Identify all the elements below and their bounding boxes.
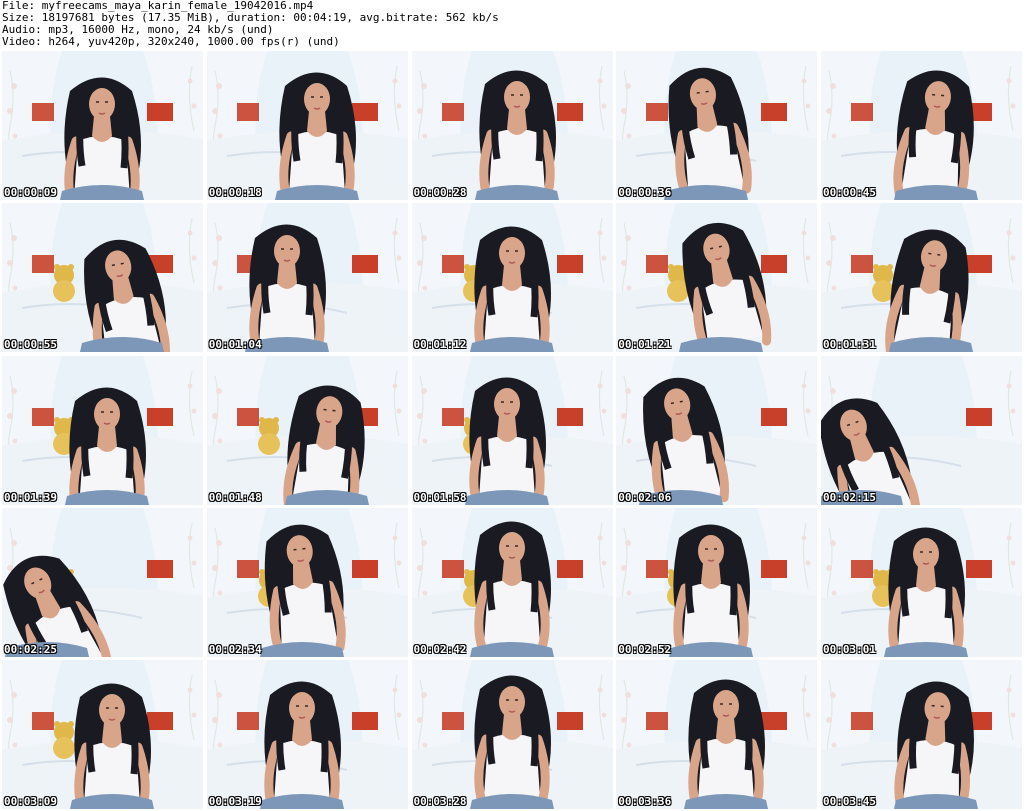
webcam-frame-image [206, 355, 408, 505]
thumbnail-timestamp: 00:01:21 [618, 338, 672, 352]
video-thumbnail: 00:02:42 [411, 507, 613, 657]
webcam-frame-image [206, 507, 408, 657]
webcam-frame-image [206, 660, 408, 809]
thumbnail-timestamp: 00:00:18 [208, 186, 262, 199]
thumbnail-timestamp: 00:00:09 [4, 186, 57, 199]
thumbnail-timestamp: 00:02:25 [4, 642, 57, 656]
video-thumbnail: 00:00:18 [206, 51, 408, 200]
webcam-frame-image [2, 51, 203, 200]
video-thumbnail: 00:03:36 [616, 660, 818, 809]
video-thumbnail: 00:01:39 [2, 355, 203, 505]
webcam-frame-image [821, 203, 1022, 353]
webcam-frame-image [206, 203, 408, 353]
video-thumbnail: 00:03:09 [2, 660, 203, 809]
webcam-frame-image [206, 51, 408, 200]
webcam-frame-image [411, 660, 613, 809]
video-thumbnail: 00:01:04 [206, 203, 408, 353]
thumbnail-timestamp: 00:00:45 [823, 186, 876, 199]
video-thumbnail: 00:00:28 [411, 51, 613, 200]
thumbnail-timestamp: 00:02:34 [208, 642, 262, 656]
video-thumbnail: 00:03:28 [411, 660, 613, 809]
video-thumbnail: 00:00:45 [821, 51, 1022, 200]
thumbnail-timestamp: 00:01:58 [413, 490, 467, 504]
thumbnail-timestamp: 00:01:04 [208, 338, 262, 352]
video-thumbnail: 00:01:58 [411, 355, 613, 505]
webcam-frame-image [616, 507, 818, 657]
thumbnail-timestamp: 00:00:36 [618, 186, 672, 199]
webcam-frame-image [821, 51, 1022, 200]
video-thumbnail: 00:02:15 [821, 355, 1022, 505]
thumbnail-timestamp: 00:01:39 [4, 490, 57, 504]
video-thumbnail: 00:03:01 [821, 507, 1022, 657]
webcam-frame-image [411, 51, 613, 200]
thumbnail-grid: 00:00:09 00:00:18 00:00:28 00:00:36 00:00:45… [2, 51, 1022, 809]
webcam-frame-image [2, 507, 203, 657]
video-thumbnail: 00:01:12 [411, 203, 613, 353]
thumbnail-timestamp: 00:00:55 [4, 338, 57, 352]
webcam-frame-image [821, 355, 1022, 505]
thumbnail-timestamp: 00:03:36 [618, 795, 672, 808]
video-thumbnail: 00:03:45 [821, 660, 1022, 809]
video-thumbnail: 00:00:09 [2, 51, 203, 200]
thumbnail-timestamp: 00:02:52 [618, 642, 672, 656]
video-thumbnail: 00:02:06 [616, 355, 818, 505]
webcam-frame-image [2, 203, 203, 353]
video-thumbnail: 00:02:52 [616, 507, 818, 657]
thumbnail-timestamp: 00:03:09 [4, 795, 57, 808]
webcam-frame-image [821, 507, 1022, 657]
webcam-frame-image [616, 355, 818, 505]
thumbnail-timestamp: 00:03:28 [413, 795, 467, 808]
thumbnail-timestamp: 00:02:42 [413, 642, 467, 656]
video-thumbnail: 00:01:21 [616, 203, 818, 353]
webcam-frame-image [821, 660, 1022, 809]
thumbnail-timestamp: 00:01:48 [208, 490, 262, 504]
video-thumbnail: 00:00:36 [616, 51, 818, 200]
video-thumbnail: 00:03:19 [206, 660, 408, 809]
thumbnail-timestamp: 00:00:28 [413, 186, 467, 199]
webcam-frame-image [616, 51, 818, 200]
file-info-header: File: myfreecams_maya_karin_female_19042… [2, 0, 1022, 50]
webcam-frame-image [616, 203, 818, 353]
video-thumbnail: 00:02:25 [2, 507, 203, 657]
video-thumbnail: 00:01:31 [821, 203, 1022, 353]
webcam-frame-image [411, 355, 613, 505]
webcam-frame-image [2, 355, 203, 505]
video-thumbnail: 00:02:34 [206, 507, 408, 657]
thumbnail-timestamp: 00:03:45 [823, 795, 876, 808]
webcam-frame-image [411, 507, 613, 657]
thumbnail-timestamp: 00:02:06 [618, 490, 672, 504]
video-thumbnail: 00:01:48 [206, 355, 408, 505]
thumbnail-timestamp: 00:01:12 [413, 338, 467, 352]
video-thumbnail: 00:00:55 [2, 203, 203, 353]
thumbnail-timestamp: 00:03:01 [823, 642, 876, 656]
video-info-line: Video: h264, yuv420p, 320x240, 1000.00 f… [2, 35, 340, 48]
thumbnail-timestamp: 00:01:31 [823, 338, 876, 352]
thumbnail-timestamp: 00:03:19 [208, 795, 262, 808]
webcam-frame-image [616, 660, 818, 809]
thumbnail-timestamp: 00:02:15 [823, 490, 876, 504]
webcam-frame-image [2, 660, 203, 809]
webcam-frame-image [411, 203, 613, 353]
